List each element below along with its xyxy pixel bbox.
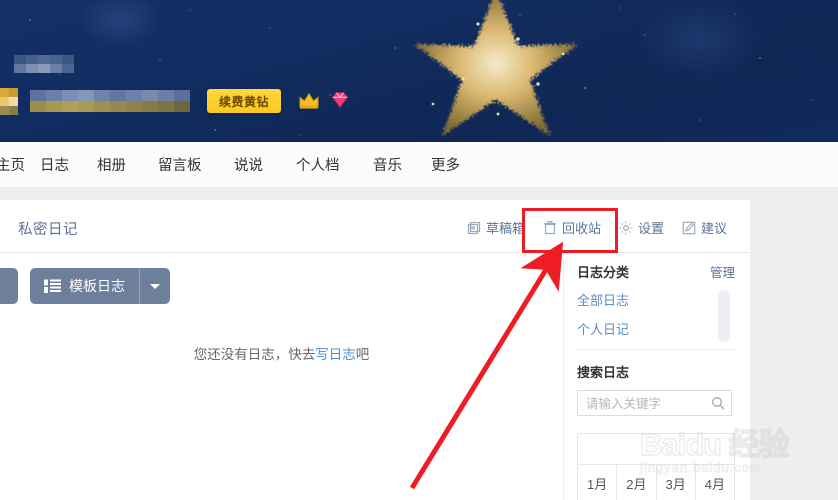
empty-state-message: 您还没有日志，快去写日志吧: [0, 343, 563, 363]
content-sidebar-divider: [563, 252, 564, 500]
blog-sidebar: 日志分类 管理 全部日志 个人日记 搜索日志: [577, 262, 735, 417]
nav-item-music[interactable]: 音乐: [373, 154, 431, 175]
month-archive: 1月 2月 3月 4月: [577, 433, 735, 500]
template-list-icon: [44, 279, 61, 294]
nav-item-blog[interactable]: 日志: [40, 154, 97, 175]
nav-item-home[interactable]: 主页: [0, 154, 40, 175]
search-input[interactable]: [584, 391, 710, 417]
settings-label: 设置: [637, 221, 664, 236]
diamond-icon: [330, 90, 350, 110]
drafts-label: 草稿箱: [485, 221, 525, 236]
feedback-button[interactable]: 建议: [673, 215, 736, 240]
blurred-region-top-left: [14, 55, 74, 73]
write-log-link[interactable]: 写日志: [315, 347, 356, 362]
template-log-label: 模板日志: [69, 278, 125, 294]
glitter-star-graphic: [378, 0, 614, 142]
template-log-button[interactable]: 模板日志: [30, 268, 170, 304]
renew-membership-button[interactable]: 续费黄钻: [207, 89, 281, 113]
toolbar-actions: 草稿箱 回收站 设置 建议: [458, 215, 736, 240]
main-navigation: 主页 日志 相册 留言板 说说 个人档 音乐 更多: [0, 142, 838, 188]
feedback-icon: [682, 221, 696, 235]
nav-item-profile[interactable]: 个人档: [296, 154, 373, 175]
drafts-icon: [467, 221, 481, 235]
month-archive-row: 1月 2月 3月 4月: [578, 465, 734, 500]
category-item-all[interactable]: 全部日志: [577, 290, 735, 309]
blog-panel: 私密日记 草稿箱 回收站 设置 建议 模板日志 您还没有日志，快去写日志吧 日志…: [0, 200, 750, 500]
month-cell-2[interactable]: 2月: [617, 465, 657, 500]
screenshot-root: 续费黄钻 主页 日志 相册 留言板 说说 个人档 音乐 更多 私密日记 草稿箱 …: [0, 0, 838, 500]
page-title: 私密日记: [18, 222, 78, 238]
profile-banner: 续费黄钻: [0, 0, 838, 142]
search-icon[interactable]: [711, 396, 725, 410]
empty-state-prefix: 您还没有日志，快去: [193, 347, 316, 362]
month-cell-1[interactable]: 1月: [578, 465, 618, 500]
nav-item-guestbook[interactable]: 留言板: [158, 154, 234, 175]
recycle-bin-button[interactable]: 回收站: [534, 215, 610, 240]
gear-icon: [619, 221, 633, 235]
month-cell-4[interactable]: 4月: [696, 465, 734, 500]
settings-button[interactable]: 设置: [610, 215, 673, 240]
nav-item-more[interactable]: 更多: [431, 154, 460, 175]
empty-state-suffix: 吧: [355, 347, 370, 362]
crown-icon: [298, 90, 320, 110]
category-title: 日志分类: [577, 265, 630, 280]
nav-item-album[interactable]: 相册: [97, 154, 158, 175]
nav-item-shuoshuo[interactable]: 说说: [234, 154, 296, 175]
search-box[interactable]: [577, 390, 732, 417]
blurred-avatar: [0, 88, 18, 115]
drafts-button[interactable]: 草稿箱: [458, 215, 534, 240]
write-log-button[interactable]: 日志: [0, 268, 18, 304]
chevron-down-icon[interactable]: [140, 268, 170, 304]
feedback-label: 建议: [700, 221, 727, 236]
sidebar-divider: [577, 349, 735, 350]
trash-icon: [543, 220, 557, 235]
search-title: 搜索日志: [577, 365, 630, 380]
action-buttons: 日志 模板日志: [0, 268, 170, 304]
month-cell-3[interactable]: 3月: [657, 465, 696, 500]
manage-categories-link[interactable]: 管理: [710, 262, 735, 281]
blurred-nickname: [30, 90, 190, 112]
recycle-bin-label: 回收站: [561, 221, 601, 236]
month-archive-header: [578, 434, 734, 465]
category-header: 日志分类 管理: [577, 262, 735, 281]
category-item-personal[interactable]: 个人日记: [577, 319, 735, 338]
scrollbar-thumb[interactable]: [718, 290, 730, 342]
panel-toolbar: 私密日记 草稿箱 回收站 设置 建议: [0, 200, 750, 253]
